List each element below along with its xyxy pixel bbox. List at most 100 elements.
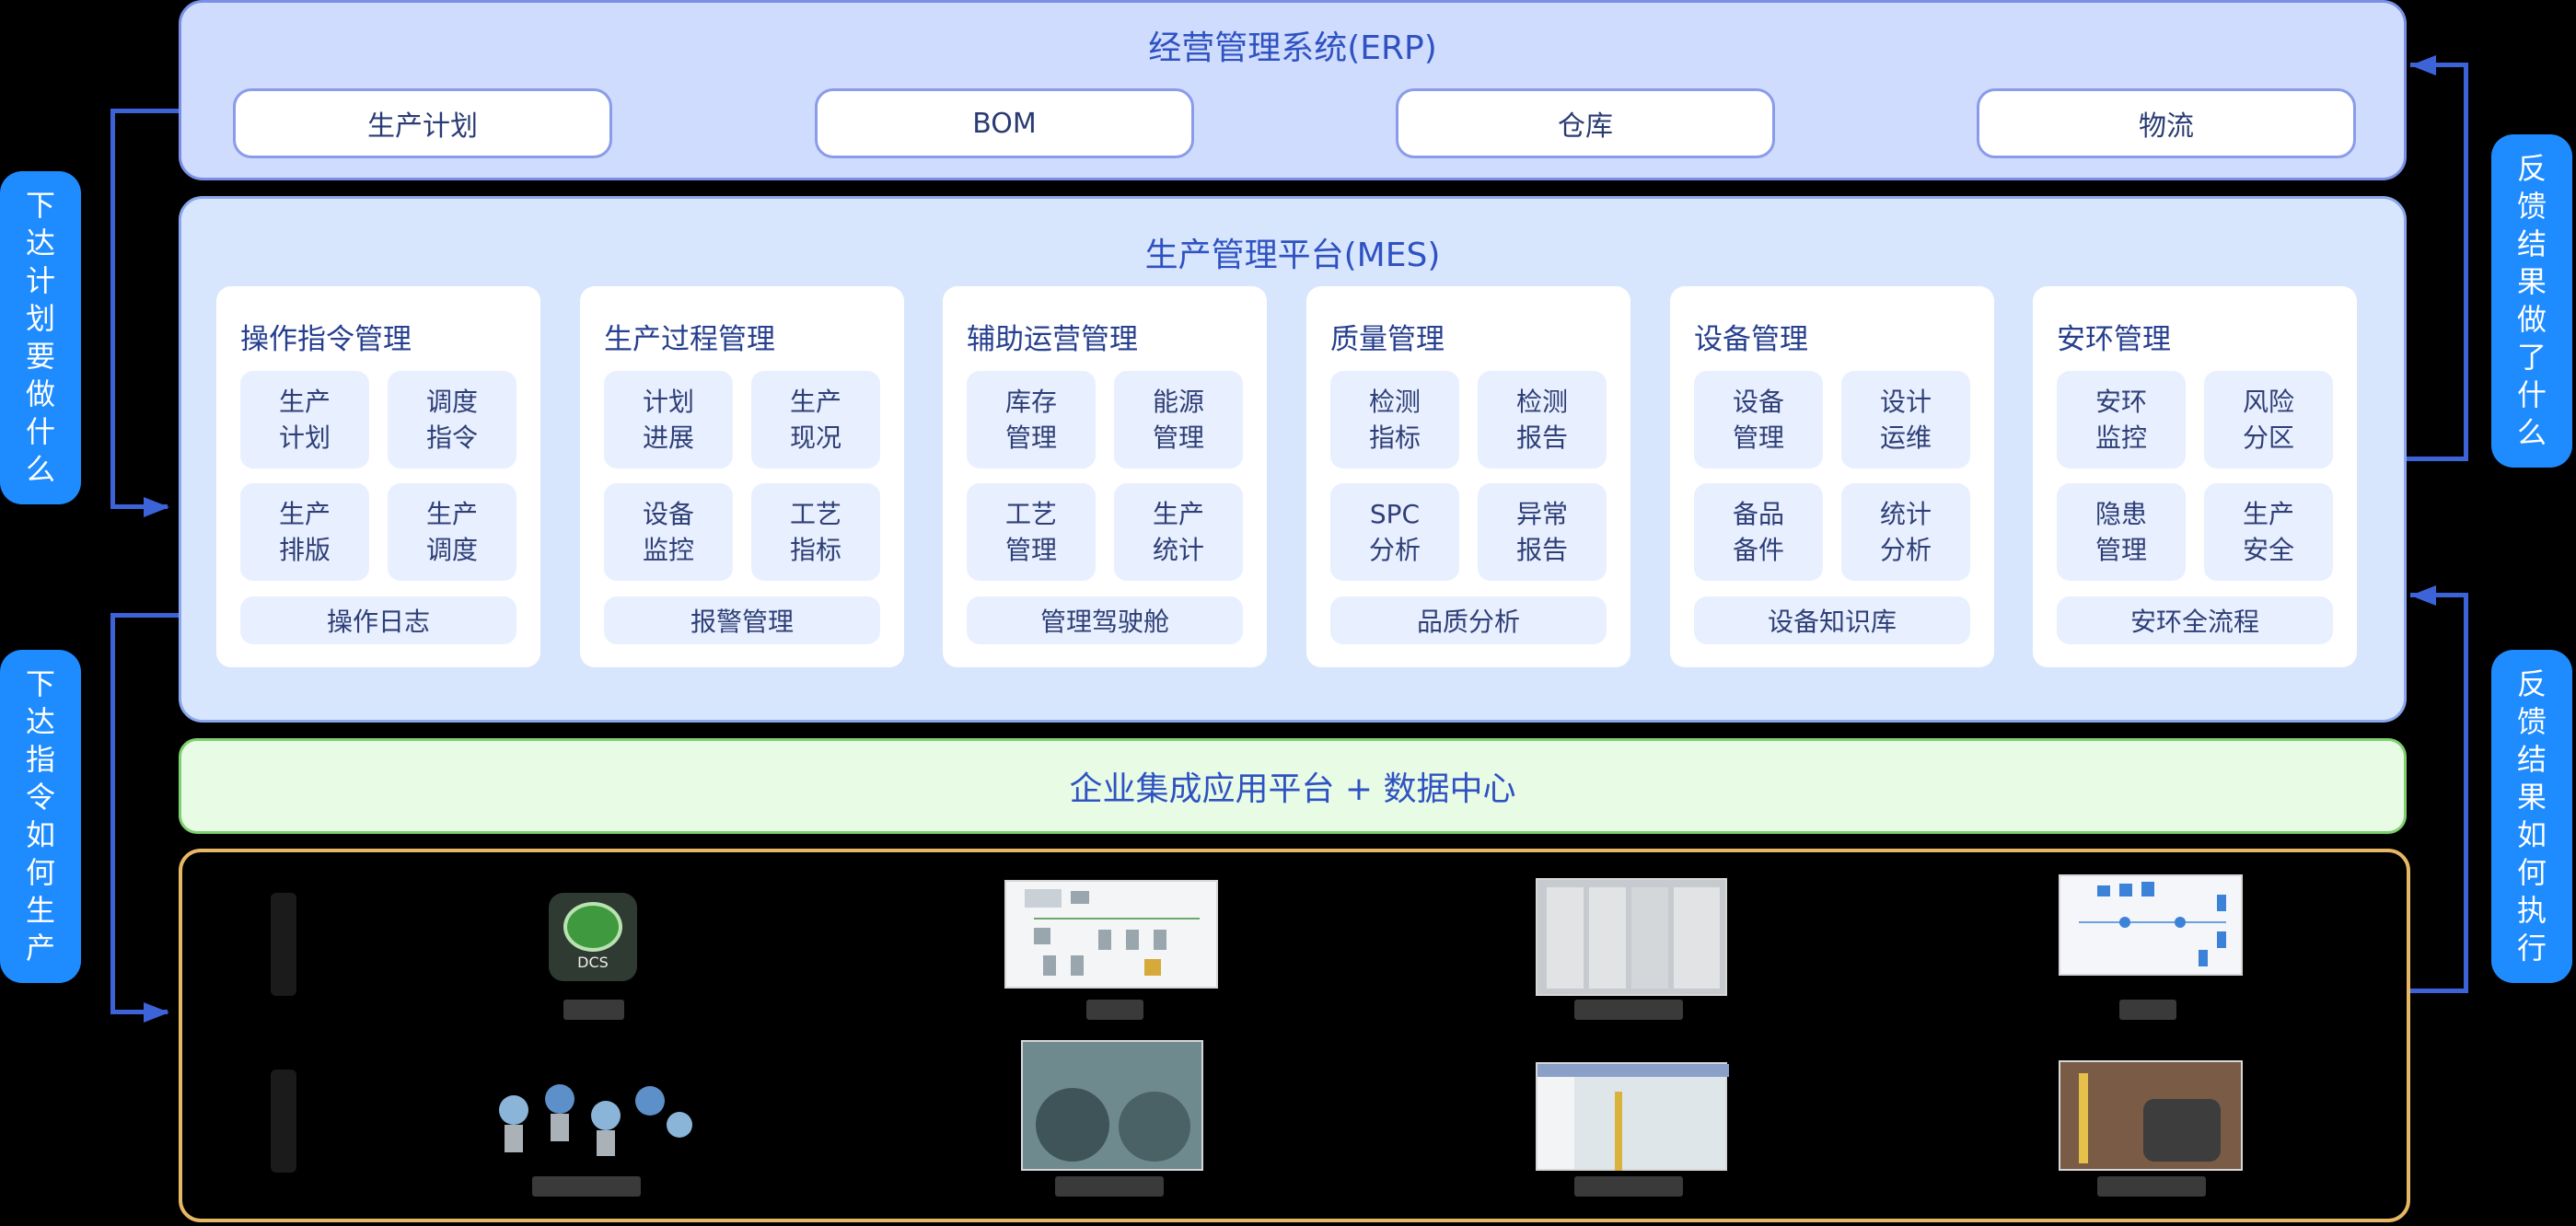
module-function-tile[interactable]: 设备 监控 (604, 483, 733, 581)
side-label-plan-what: 下达计划要做什么 (0, 171, 81, 504)
erp-item-production-plan[interactable]: 生产计划 (233, 88, 612, 158)
module-function-tile[interactable]: 异常 报告 (1478, 483, 1607, 581)
connector-left-upper-vertical (110, 109, 115, 508)
compressor-caption (2097, 1176, 2206, 1197)
integration-platform: 企业集成应用平台 + 数据中心 (179, 738, 2407, 834)
pipe-icon (2079, 1073, 2088, 1163)
field-layer: DCS (179, 849, 2410, 1222)
mes-module-equipment: 设备管理设备 管理 设计 运维 备品 备件 统计 分析设备知识库 (1670, 286, 1994, 667)
arrowhead-left-icon (2410, 55, 2436, 75)
software-screen-thumbnail (1536, 1062, 1729, 1171)
switchgear-thumbnail (1536, 878, 1727, 996)
cabinet-icon (1674, 887, 1720, 989)
boiler-icon (1036, 1088, 1109, 1162)
mes-module-production-process: 生产过程管理计划 进展 生产 现况 设备 监控 工艺 指标报警管理 (580, 286, 904, 667)
module-function-tile[interactable]: 检测 报告 (1478, 371, 1607, 468)
connector-right-upper-vertical (2464, 63, 2468, 460)
mes-module-operation-instruction: 操作指令管理生产 计划 调度 指令 生产 排版 生产 调度操作日志 (216, 286, 540, 667)
instruments-thumbnail (486, 1064, 700, 1167)
module-function-tile[interactable]: 备品 备件 (1694, 483, 1823, 581)
network-topology-icon (2079, 882, 2226, 966)
module-function-tile[interactable]: 生产 统计 (1114, 483, 1243, 581)
module-wide-tile[interactable]: 设备知识库 (1694, 596, 1970, 644)
pipe-icon (1615, 1092, 1622, 1171)
module-function-tile[interactable]: 生产 排版 (240, 483, 369, 581)
module-title: 生产过程管理 (604, 323, 775, 356)
boiler-icon (1119, 1092, 1190, 1162)
row-2-marker (271, 1070, 296, 1173)
connector-mes-right (2407, 457, 2468, 461)
module-wide-tile[interactable]: 管理驾驶舱 (967, 596, 1243, 644)
connector-erp-left (110, 109, 179, 113)
module-function-tile[interactable]: 检测 指标 (1330, 371, 1459, 468)
transmitters-icon (499, 1084, 692, 1156)
plc-network-icon (1025, 889, 1200, 976)
module-function-tile[interactable]: 生产 计划 (240, 371, 369, 468)
switchgear-caption (1574, 1000, 1683, 1020)
module-function-tile[interactable]: 计划 进展 (604, 371, 733, 468)
erp-item-logistics[interactable]: 物流 (1977, 88, 2356, 158)
cabinet-icon (1589, 887, 1626, 989)
module-function-tile[interactable]: 风险 分区 (2204, 371, 2333, 468)
module-wide-tile[interactable]: 操作日志 (240, 596, 516, 644)
module-function-tile[interactable]: 设备 管理 (1694, 371, 1823, 468)
dcs-thumbnail: DCS (549, 893, 637, 981)
module-function-tile[interactable]: 安环 监控 (2057, 371, 2186, 468)
side-label-feedback-how: 反馈结果如何执行 (2491, 650, 2572, 983)
cabinet-icon (1631, 887, 1668, 989)
compressor-thumbnail (2059, 1060, 2243, 1171)
arrowhead-right-icon (144, 497, 169, 517)
module-function-tile[interactable]: 库存 管理 (967, 371, 1096, 468)
module-function-tile[interactable]: 工艺 管理 (967, 483, 1096, 581)
dcs-icon-label: DCS (577, 954, 609, 971)
connector-right-lower-vertical (2464, 593, 2468, 992)
module-title: 安环管理 (2057, 323, 2171, 356)
module-title: 辅助运营管理 (967, 323, 1138, 356)
dcs-caption (563, 1000, 624, 1020)
boiler-thumbnail (1021, 1040, 1203, 1171)
side-label-feedback-what: 反馈结果做了什么 (2491, 134, 2572, 468)
row-1-marker (271, 893, 296, 996)
arrowhead-right-icon (144, 1002, 169, 1023)
erp-panel: 经营管理系统(ERP) 生产计划 BOM 仓库 物流 (179, 0, 2407, 180)
app-titlebar-icon (1537, 1064, 1729, 1077)
arrowhead-left-icon (2410, 585, 2436, 606)
module-title: 操作指令管理 (240, 323, 412, 356)
erp-item-warehouse[interactable]: 仓库 (1396, 88, 1775, 158)
plc-caption (1086, 1000, 1143, 1020)
erp-item-bom[interactable]: BOM (815, 88, 1194, 158)
module-title: 设备管理 (1694, 323, 1808, 356)
connector-field-right (2410, 989, 2468, 993)
boiler-caption (1055, 1176, 1164, 1197)
module-function-tile[interactable]: SPC 分析 (1330, 483, 1459, 581)
mes-panel: 生产管理平台(MES) 操作指令管理 生产 计划 调度 指令 生产 排版 生产 调度 操作… (179, 196, 2407, 723)
connector-left-lower-vertical (110, 613, 115, 1014)
mes-module-safety-environment: 安环管理安环 监控 风险 分区 隐患 管理 生产 安全安环全流程 (2033, 286, 2357, 667)
network-topology-thumbnail (2059, 874, 2243, 976)
module-function-tile[interactable]: 设计 运维 (1841, 371, 1970, 468)
module-function-tile[interactable]: 生产 现况 (751, 371, 880, 468)
module-function-tile[interactable]: 隐患 管理 (2057, 483, 2186, 581)
module-function-tile[interactable]: 调度 指令 (388, 371, 516, 468)
module-function-tile[interactable]: 工艺 指标 (751, 483, 880, 581)
instruments-caption (532, 1176, 641, 1197)
module-title: 质量管理 (1330, 323, 1445, 356)
module-wide-tile[interactable]: 品质分析 (1330, 596, 1607, 644)
module-function-tile[interactable]: 生产 安全 (2204, 483, 2333, 581)
side-label-instruct-how: 下达指令如何生产 (0, 650, 81, 983)
dcs-icon (563, 902, 622, 952)
mes-module-auxiliary-operation: 辅助运营管理库存 管理 能源 管理 工艺 管理 生产 统计管理驾驶舱 (943, 286, 1267, 667)
module-wide-tile[interactable]: 报警管理 (604, 596, 880, 644)
network-caption (2119, 1000, 2176, 1020)
connector-mes-left (110, 613, 179, 618)
mes-module-quality: 质量管理检测 指标 检测 报告 SPC 分析 异常 报告品质分析 (1306, 286, 1630, 667)
app-sidebar-icon (1537, 1077, 1574, 1169)
module-function-tile[interactable]: 能源 管理 (1114, 371, 1243, 468)
software-caption (1574, 1176, 1683, 1197)
module-function-tile[interactable]: 生产 调度 (388, 483, 516, 581)
module-function-tile[interactable]: 统计 分析 (1841, 483, 1970, 581)
erp-title: 经营管理系统(ERP) (1148, 29, 1437, 67)
plc-diagram-thumbnail (1004, 880, 1218, 989)
module-wide-tile[interactable]: 安环全流程 (2057, 596, 2333, 644)
compressor-icon (2143, 1099, 2221, 1162)
